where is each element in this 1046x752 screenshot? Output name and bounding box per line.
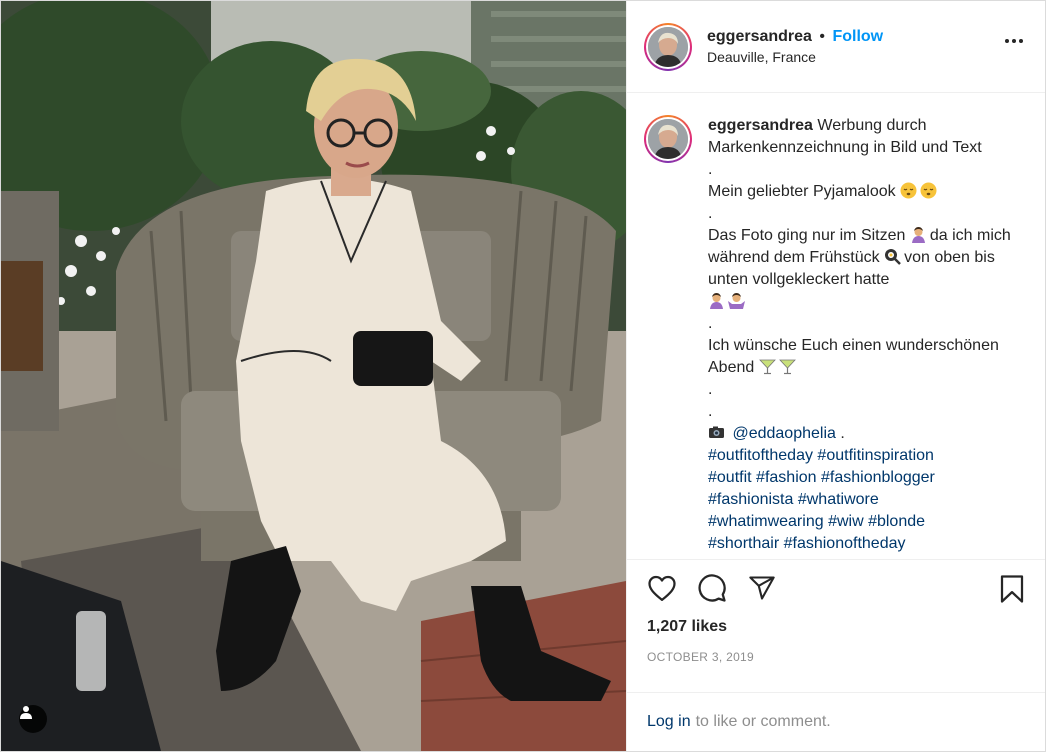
avatar[interactable] <box>648 26 688 67</box>
hashtag-link[interactable]: #fashionblogger <box>821 469 935 486</box>
user-tag-button[interactable] <box>19 705 47 733</box>
caption-dot: . <box>708 403 713 420</box>
woman-shrugging-icon <box>728 292 745 309</box>
hashtag-link[interactable]: #wiw <box>828 513 864 530</box>
caption-text: eggersandrea Werbung durch Markenkennzei… <box>708 115 1028 555</box>
action-bar <box>627 559 1045 616</box>
woman-facepalming-icon <box>910 226 927 243</box>
cocktail-glass-icon <box>758 358 776 375</box>
photo-illustration <box>1 1 626 751</box>
login-prompt: Log in to like or comment. <box>627 692 1045 751</box>
caption-line-3a: Das Foto ging nur im Sitzen <box>708 227 906 244</box>
instagram-post: eggersandrea • Follow Deauville, France <box>0 0 1046 752</box>
hashtag-link[interactable]: #fashionista <box>708 491 793 508</box>
caption-dot: . <box>708 315 713 332</box>
avatar-image <box>648 26 688 67</box>
location-link[interactable]: Deauville, France <box>707 47 883 67</box>
hashtag-link[interactable]: #whatimwearing <box>708 513 824 530</box>
post-sidebar: eggersandrea • Follow Deauville, France <box>626 1 1045 751</box>
more-dots-icon[interactable] <box>1005 39 1023 43</box>
hashtag-link[interactable]: #fashionoftheday <box>784 535 906 552</box>
login-suffix: to like or comment. <box>695 713 831 730</box>
hashtag-link[interactable]: #shorthair <box>708 535 779 552</box>
follow-button[interactable]: Follow <box>832 28 883 45</box>
mention-link[interactable]: @eddaophelia <box>732 425 835 442</box>
hashtag-link[interactable]: #outfit <box>708 469 752 486</box>
paper-plane-icon[interactable] <box>747 573 777 603</box>
avatar-image <box>648 119 688 159</box>
caption-avatar[interactable] <box>648 119 688 159</box>
hashtag-link[interactable]: #outfitinspiration <box>817 447 934 464</box>
bookmark-icon[interactable] <box>997 574 1027 604</box>
avatar-story-ring[interactable] <box>644 22 692 71</box>
hashtag-link[interactable]: #blonde <box>868 513 925 530</box>
cocktail-glass-icon <box>778 358 796 375</box>
sleeping-face-icon <box>900 182 917 199</box>
woman-facepalming-icon <box>708 292 725 309</box>
caption-dot: . <box>708 205 713 222</box>
caption-line-2: Mein geliebter Pyjamalook <box>708 183 896 200</box>
hashtag-link[interactable]: #outfitoftheday <box>708 447 813 464</box>
caption: eggersandrea Werbung durch Markenkennzei… <box>644 115 1029 555</box>
sleeping-face-icon <box>920 182 937 199</box>
post-header: eggersandrea • Follow Deauville, France <box>627 1 1045 93</box>
hashtag-link[interactable]: #fashion <box>756 469 817 486</box>
post-photo[interactable] <box>1 1 626 751</box>
caption-dot: . <box>840 425 845 442</box>
caption-dot: . <box>708 161 713 178</box>
likes-count[interactable]: 1,207 likes <box>627 616 1045 642</box>
heart-icon[interactable] <box>647 573 677 603</box>
username-link[interactable]: eggersandrea <box>707 28 812 45</box>
caption-avatar-ring[interactable] <box>644 115 692 163</box>
camera-icon <box>708 424 725 441</box>
comment-bubble-icon[interactable] <box>697 573 727 603</box>
comments-section: eggersandrea Werbung durch Markenkennzei… <box>627 93 1045 559</box>
caption-dot: . <box>708 381 713 398</box>
hashtag-link[interactable]: #whatiwore <box>798 491 879 508</box>
post-date[interactable]: OCTOBER 3, 2019 <box>627 642 1045 682</box>
frying-pan-icon <box>884 248 901 265</box>
caption-username[interactable]: eggersandrea <box>708 117 813 134</box>
separator-dot: • <box>819 27 825 45</box>
login-link[interactable]: Log in <box>647 713 691 731</box>
person-icon <box>20 706 32 719</box>
caption-line-4: Ich wünsche Euch einen wunderschönen Abe… <box>708 337 1003 376</box>
